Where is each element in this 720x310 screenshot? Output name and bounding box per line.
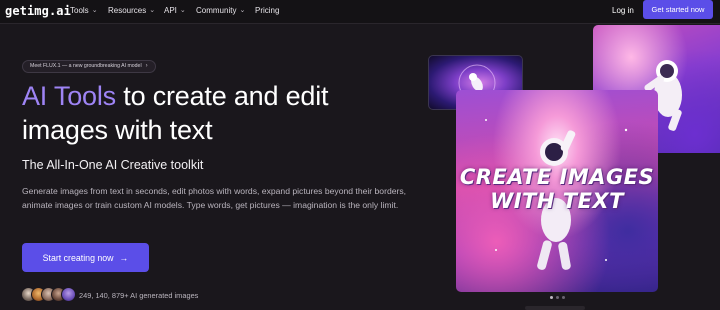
- nav-item-label: API: [164, 6, 177, 15]
- image-overlay-text: CREATE IMAGES WITH TEXT: [459, 165, 655, 213]
- nav-item-resources[interactable]: Resources ⌄: [108, 6, 155, 15]
- carousel-dot[interactable]: [562, 296, 565, 299]
- nav-item-community[interactable]: Community ⌄: [196, 6, 245, 15]
- chevron-right-icon: ›: [145, 63, 148, 69]
- hero-main-image: CREATE IMAGES WITH TEXT: [456, 90, 658, 292]
- announcement-pill[interactable]: Meet FLUX.1 — a new groundbreaking AI mo…: [22, 60, 156, 73]
- carousel-indicator: [550, 296, 565, 299]
- top-navbar: getimg.ai Tools ⌄ Resources ⌄ API ⌄ Comm…: [0, 0, 720, 24]
- carousel-dot[interactable]: [550, 296, 553, 299]
- nav-item-api[interactable]: API ⌄: [164, 6, 186, 15]
- arrow-right-icon: →: [119, 252, 129, 263]
- chevron-down-icon: ⌄: [149, 6, 156, 14]
- carousel-dot[interactable]: [556, 296, 559, 299]
- nav-item-label: Pricing: [255, 6, 280, 15]
- headline-accent: AI Tools: [22, 81, 116, 111]
- hero-subtitle: The All-In-One AI Creative toolkit: [22, 158, 204, 172]
- chevron-down-icon: ⌄: [179, 6, 186, 14]
- nav-item-label: Resources: [108, 6, 147, 15]
- logo[interactable]: getimg.ai: [5, 4, 71, 18]
- nav-item-tools[interactable]: Tools ⌄: [70, 6, 98, 15]
- nav-item-label: Tools: [70, 6, 89, 15]
- get-started-button[interactable]: Get started now: [643, 0, 713, 19]
- nav-item-label: Community: [196, 6, 237, 15]
- start-creating-button[interactable]: Start creating now →: [22, 243, 149, 272]
- chevron-down-icon: ⌄: [239, 6, 246, 14]
- start-creating-label: Start creating now: [42, 252, 114, 263]
- hero-description: Generate images from text in seconds, ed…: [22, 186, 407, 210]
- nav-item-pricing[interactable]: Pricing: [255, 6, 279, 15]
- user-avatars: [21, 287, 77, 303]
- scroll-hint: [525, 306, 585, 310]
- page-title: AI Tools to create and edit images with …: [22, 79, 402, 147]
- chevron-down-icon: ⌄: [91, 6, 98, 14]
- announcement-text: Meet FLUX.1 — a new groundbreaking AI mo…: [30, 63, 142, 69]
- login-link[interactable]: Log in: [612, 6, 634, 15]
- generated-images-count: 249, 140, 879+ AI generated images: [79, 291, 199, 300]
- avatar: [61, 287, 76, 302]
